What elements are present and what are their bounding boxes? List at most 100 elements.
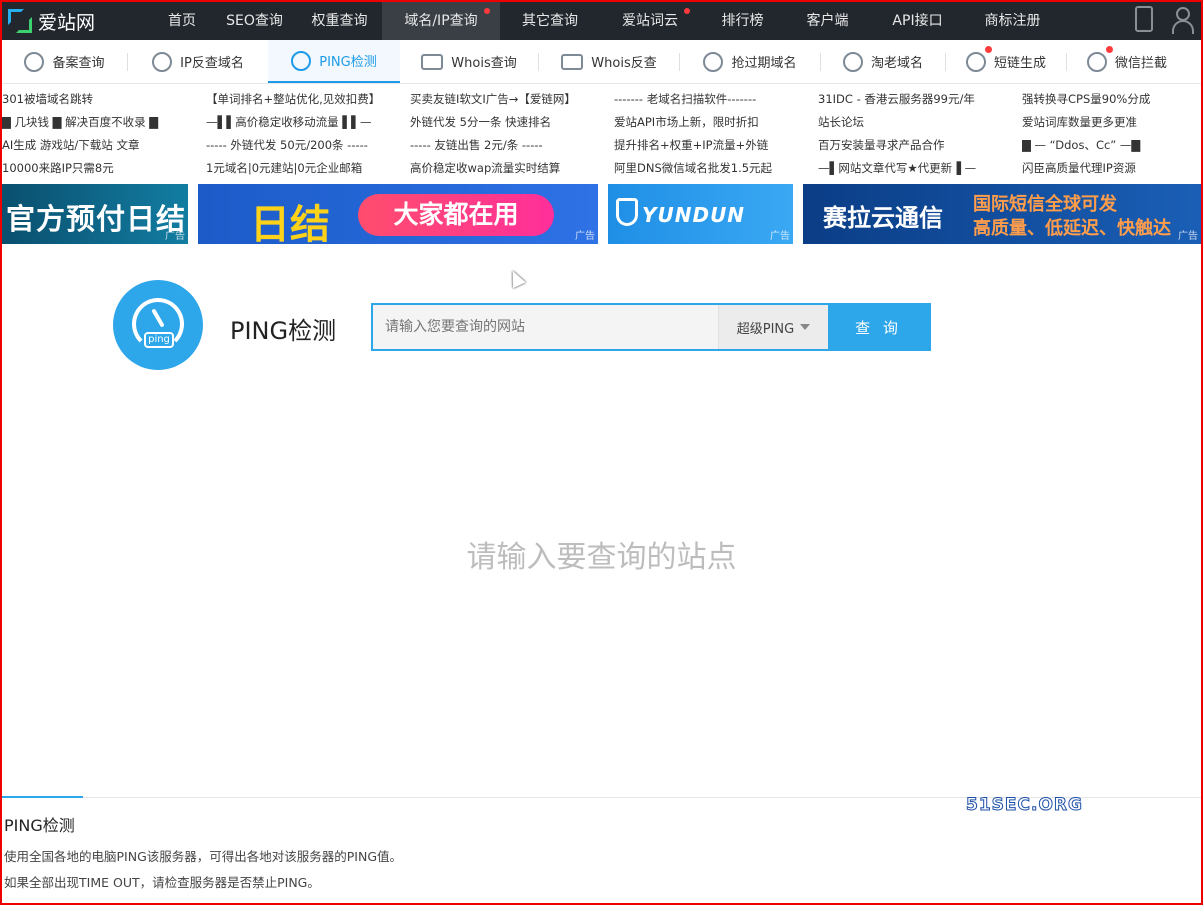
nav-label: 权重查询 bbox=[311, 13, 368, 29]
nav-seo[interactable]: SEO查询 bbox=[212, 2, 297, 40]
ad-label: 广告 bbox=[165, 231, 185, 242]
info-paragraph: 使用全国各地的电脑PING该服务器，可得出各地对该服务器的PING值。 bbox=[4, 849, 403, 864]
logo-text: 爱站网 bbox=[38, 11, 96, 34]
text-ad[interactable]: ------- 老域名扫描软件------- bbox=[614, 88, 818, 111]
sub-navbar: 备案查询 IP反查域名 PING检测 Whois查询 Whois反查 抢过期域名… bbox=[2, 40, 1201, 84]
ad-label: 广告 bbox=[770, 231, 790, 242]
text-ad[interactable]: 强转换寻CPS量90%分成 bbox=[1022, 88, 1203, 111]
nav-ranking[interactable]: 排行榜 bbox=[700, 2, 785, 40]
text-ad[interactable]: 提升排名+权重+IP流量+外链 bbox=[614, 134, 818, 157]
banner-ad-prepaid[interactable]: 官方预付日结 广告 bbox=[2, 184, 188, 244]
text-ad[interactable]: 站长论坛 bbox=[818, 111, 1022, 134]
text-ad[interactable]: 百万安装量寻求产品合作 bbox=[818, 134, 1022, 157]
whois-icon bbox=[421, 53, 444, 70]
top-navbar: 爱站网 首页 SEO查询 权重查询 域名/IP查询 其它查询 爱站词云 排行榜 … bbox=[2, 2, 1201, 40]
banner-ad-yundun[interactable]: YUNDUN 广告 bbox=[608, 184, 793, 244]
tab-icp[interactable]: 备案查询 bbox=[2, 40, 127, 83]
nav-label: 域名/IP查询 bbox=[404, 13, 478, 29]
text-ad[interactable]: ▇ 几块钱 ▇ 解决百度不收录 ▇ bbox=[2, 111, 206, 134]
text-ad[interactable]: 【单词排名+整站优化,见效扣费】 bbox=[206, 88, 410, 111]
search-input[interactable] bbox=[373, 305, 718, 349]
text-ads-grid: 301被墙域名跳转 【单词排名+整站优化,见效扣费】 买卖友链I软文I广告→【爱… bbox=[2, 88, 1201, 180]
tab-expired-domain[interactable]: 抢过期域名 bbox=[680, 40, 820, 83]
ping-type-select[interactable]: 超级PING bbox=[718, 305, 828, 349]
nav-api[interactable]: API接口 bbox=[870, 2, 965, 40]
text-ad[interactable]: ----- 友链出售 2元/条 ----- bbox=[410, 134, 614, 157]
globe-old-icon bbox=[842, 51, 863, 72]
shield-logo-icon bbox=[616, 198, 638, 226]
page-title: PING检测 bbox=[230, 317, 337, 345]
text-ad[interactable]: 阿里DNS微信域名批发1.5元起 bbox=[614, 157, 818, 180]
banner-text: 国际短信全球可发 bbox=[973, 194, 1117, 215]
ad-label: 广告 bbox=[1178, 231, 1198, 242]
shield-icon bbox=[1086, 45, 1113, 72]
tab-label: Whois查询 bbox=[451, 56, 517, 71]
nav-home[interactable]: 首页 bbox=[152, 2, 212, 40]
banner-text: YUNDUN bbox=[642, 203, 746, 227]
tab-label: 备案查询 bbox=[52, 56, 105, 71]
banner-ad-sms[interactable]: 赛拉云通信 国际短信全球可发 高质量、低延迟、快触达 广告 bbox=[803, 184, 1201, 244]
ping-gauge-icon: ping bbox=[113, 280, 203, 370]
nav-domain-ip[interactable]: 域名/IP查询 bbox=[382, 2, 500, 40]
nav-label: SEO查询 bbox=[226, 13, 283, 29]
banner-text: 官方预付日结 bbox=[6, 202, 187, 236]
banner-pill: 大家都在用 bbox=[358, 194, 554, 236]
text-ad[interactable]: 爱站词库数量更多更准 bbox=[1022, 111, 1203, 134]
tab-label: 淘老域名 bbox=[870, 56, 923, 71]
info-title: PING检测 bbox=[4, 816, 75, 835]
text-ad[interactable]: 301被墙域名跳转 bbox=[2, 88, 206, 111]
user-icon[interactable] bbox=[1171, 6, 1195, 34]
banner-text: 赛拉云通信 bbox=[823, 204, 943, 232]
tab-label: IP反查域名 bbox=[180, 56, 244, 71]
tab-label: 短链生成 bbox=[993, 56, 1046, 71]
search-button[interactable]: 查 询 bbox=[828, 305, 929, 349]
text-ad[interactable]: 买卖友链I软文I广告→【爱链网】 bbox=[410, 88, 614, 111]
text-ad[interactable]: ----- 外链代发 50元/200条 ----- bbox=[206, 134, 410, 157]
tab-wechat-block[interactable]: 微信拦截 bbox=[1067, 40, 1187, 83]
globe-icon bbox=[703, 51, 724, 72]
nav-client[interactable]: 客户端 bbox=[785, 2, 870, 40]
tab-old-domain[interactable]: 淘老域名 bbox=[821, 40, 945, 83]
gauge-icon bbox=[291, 50, 312, 71]
watermark: 51SEC.ORG bbox=[966, 795, 1083, 816]
nav-wordcloud[interactable]: 爱站词云 bbox=[600, 2, 700, 40]
text-ad[interactable]: 外链代发 5分一条 快速排名 bbox=[410, 111, 614, 134]
text-ad[interactable]: 高价稳定收wap流量实时结算 bbox=[410, 157, 614, 180]
link-icon bbox=[965, 45, 992, 72]
text-ad[interactable]: 闪臣高质量代理IP资源 bbox=[1022, 157, 1203, 180]
site-logo[interactable]: 爱站网 bbox=[2, 2, 152, 40]
nav-label: 首页 bbox=[168, 13, 196, 29]
text-ad[interactable]: —▌网站文章代写★代更新▐ — bbox=[818, 157, 1022, 180]
mouse-cursor-icon bbox=[506, 267, 526, 289]
new-dot-icon bbox=[684, 8, 690, 14]
banner-ad-daily[interactable]: 日结 大家都在用 广告 bbox=[198, 184, 598, 244]
text-ad[interactable]: AI生成 游戏站/下载站 文章 bbox=[2, 134, 206, 157]
select-value: 超级PING bbox=[736, 321, 795, 337]
nav-label: 爱站词云 bbox=[622, 13, 678, 29]
text-ad[interactable]: 31IDC - 香港云服务器99元/年 bbox=[818, 88, 1022, 111]
tab-whois-reverse[interactable]: Whois反查 bbox=[539, 40, 679, 83]
text-ad[interactable]: ▇ — “Ddos、Cc” —▇ bbox=[1022, 134, 1203, 157]
nav-label: 排行榜 bbox=[721, 13, 764, 29]
text-ad[interactable]: 爱站API市场上新，限时折扣 bbox=[614, 111, 818, 134]
text-ad[interactable]: —▌▌高价稳定收移动流量 ▌▌— bbox=[206, 111, 410, 134]
tab-ip-reverse[interactable]: IP反查域名 bbox=[128, 40, 268, 83]
ip-icon bbox=[152, 51, 173, 72]
tab-ping[interactable]: PING检测 bbox=[268, 40, 400, 83]
icp-icon bbox=[24, 51, 45, 72]
tab-short-link[interactable]: 短链生成 bbox=[946, 40, 1066, 83]
tab-whois[interactable]: Whois查询 bbox=[400, 40, 538, 83]
nav-weight[interactable]: 权重查询 bbox=[297, 2, 382, 40]
nav-right-tools bbox=[1135, 6, 1195, 34]
nav-trademark[interactable]: 商标注册 bbox=[965, 2, 1060, 40]
nav-label: API接口 bbox=[892, 13, 943, 29]
banner-text: 高质量、低延迟、快触达 bbox=[973, 218, 1171, 239]
nav-other[interactable]: 其它查询 bbox=[500, 2, 600, 40]
text-ad[interactable]: 1元域名|0元建站|0元企业邮箱 bbox=[206, 157, 410, 180]
banner-text: 日结 bbox=[250, 202, 330, 244]
tablet-icon[interactable] bbox=[1135, 6, 1153, 32]
info-paragraph: 如果全部出现TIME OUT，请检查服务器是否禁止PING。 bbox=[4, 875, 320, 890]
tab-label: 抢过期域名 bbox=[731, 56, 797, 71]
whois-reverse-icon bbox=[561, 53, 584, 70]
text-ad[interactable]: 10000来路IP只需8元 bbox=[2, 157, 206, 180]
